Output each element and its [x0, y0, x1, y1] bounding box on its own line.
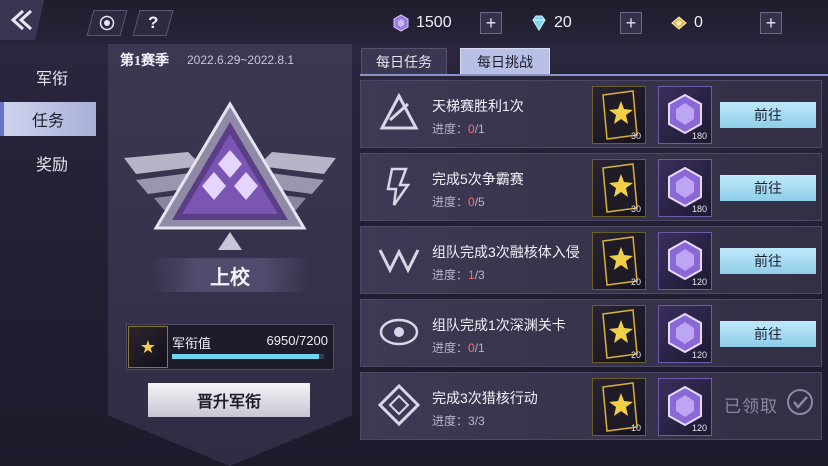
help-button[interactable]: ?: [132, 10, 174, 36]
reward-count: 20: [630, 350, 641, 360]
hunt-emblem-icon: [377, 383, 421, 427]
invasion-emblem-icon: [378, 248, 420, 274]
season-header: 第1赛季 2022.6.29~2022.8.1: [120, 48, 344, 72]
resource-value: 0: [694, 14, 703, 31]
reward-count: 30: [630, 204, 641, 214]
resource-value: 1500: [416, 14, 452, 31]
task-title: 组队完成1次深渊关卡: [432, 317, 566, 333]
reward-count: 180: [691, 131, 707, 141]
back-arrow-icon: [10, 9, 33, 31]
circle-dot-icon: [99, 15, 115, 31]
reward-crystal-icon: 120: [658, 305, 712, 363]
rank-insignia-icon: [124, 101, 336, 250]
tab-daily-tasks[interactable]: 每日任务: [361, 48, 447, 76]
add-diamond-button[interactable]: +: [620, 12, 642, 34]
tab-underline: [360, 74, 828, 76]
blue-diamond-icon: [532, 15, 546, 31]
gold-gem-icon: [671, 16, 687, 30]
task-progress: 进度：0/1: [432, 341, 485, 355]
tournament-emblem-icon: [386, 167, 411, 206]
reward-card-icon: 10: [592, 378, 646, 436]
reward-card-icon: 30: [592, 159, 646, 217]
add-crystal-button[interactable]: +: [480, 12, 502, 34]
go-button[interactable]: 前往: [720, 102, 816, 128]
abyss-eye-icon: [379, 318, 419, 346]
go-button[interactable]: 前往: [720, 175, 816, 201]
sidebar-item-label: 奖励: [35, 157, 68, 174]
check-icon: [787, 389, 813, 415]
reward-crystal-icon: 120: [658, 232, 712, 290]
task-title: 完成3次猎核行动: [432, 390, 538, 406]
rank-name: 上校: [150, 258, 310, 292]
task-progress: 进度：0/5: [432, 195, 485, 209]
season-dates: 2022.6.29~2022.8.1: [187, 53, 295, 67]
record-button[interactable]: [86, 10, 128, 36]
resource-value: 20: [554, 14, 572, 31]
task-progress: 进度：3/3: [432, 414, 485, 428]
sidebar-item-label: 军衔: [35, 71, 68, 88]
reward-count: 20: [630, 277, 641, 287]
sidebar-item-tasks[interactable]: 任务: [0, 102, 96, 136]
claimed-stamp: 已领取: [724, 397, 778, 416]
promote-rank-button[interactable]: 晋升军衔: [148, 383, 310, 417]
resource-gold-gem: 0: [670, 12, 703, 34]
resource-purple-crystal: 1500: [392, 12, 452, 34]
reward-card-icon: 20: [592, 305, 646, 363]
season-name: 第1赛季: [120, 54, 169, 69]
reward-crystal-icon: 180: [658, 86, 712, 144]
reward-count: 120: [691, 350, 707, 360]
sidebar-item-label: 任务: [31, 113, 64, 130]
task-title: 组队完成3次融核体入侵: [432, 244, 580, 260]
rank-card-icon: ★: [128, 326, 168, 368]
tab-daily-challenge[interactable]: 每日挑战: [460, 48, 550, 76]
sidebar-item-rank[interactable]: 军衔: [0, 60, 104, 94]
reward-card-icon: 30: [592, 86, 646, 144]
purple-crystal-icon: [393, 14, 409, 32]
sidebar-item-rewards[interactable]: 奖励: [0, 146, 104, 180]
go-button[interactable]: 前往: [720, 321, 816, 347]
reward-crystal-icon: 120: [658, 378, 712, 436]
go-button[interactable]: 前往: [720, 248, 816, 274]
exp-bar-fill: [172, 354, 319, 359]
reward-card-icon: 20: [592, 232, 646, 290]
question-icon: ?: [147, 13, 159, 32]
task-title: 完成5次争霸赛: [432, 171, 524, 187]
resource-blue-diamond: 20: [530, 12, 572, 34]
task-title: 天梯赛胜利1次: [432, 98, 524, 114]
ladder-emblem-icon: [379, 92, 419, 130]
reward-crystal-icon: 180: [658, 159, 712, 217]
reward-count: 30: [630, 131, 641, 141]
add-gold-button[interactable]: +: [760, 12, 782, 34]
reward-count: 10: [630, 423, 641, 433]
exp-value: 6950/7200: [266, 333, 328, 348]
reward-count: 120: [691, 423, 707, 433]
reward-count: 120: [691, 277, 707, 287]
exp-label: 军衔值: [172, 336, 212, 351]
task-progress: 进度：1/3: [432, 268, 485, 282]
reward-count: 180: [691, 204, 707, 214]
task-progress: 进度：0/1: [432, 122, 485, 136]
